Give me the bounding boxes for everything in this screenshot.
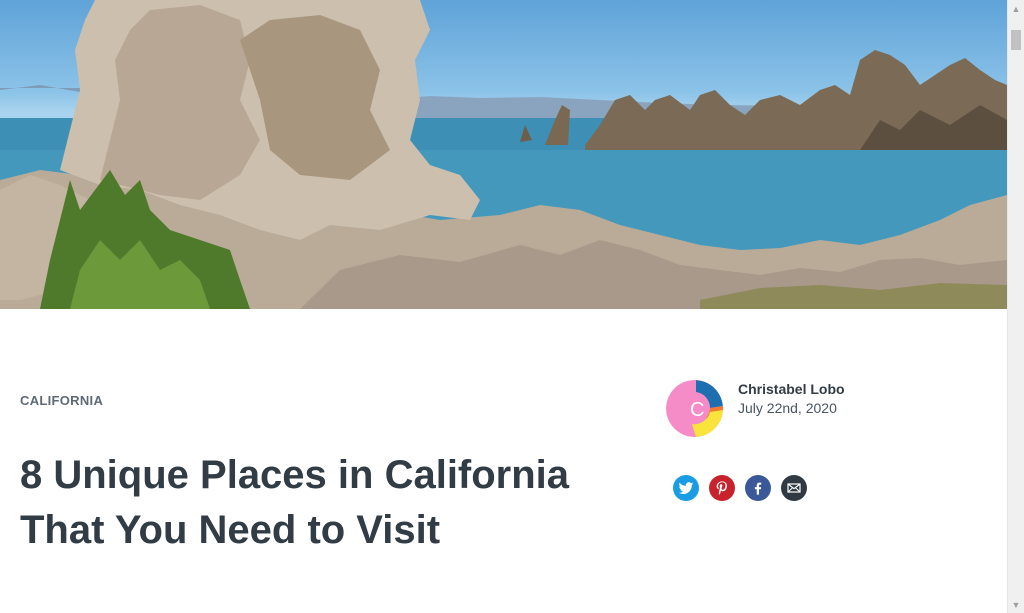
article-title: 8 Unique Places in California That You N… <box>20 453 570 552</box>
facebook-icon <box>754 482 762 495</box>
pinterest-icon <box>716 481 727 495</box>
author-name[interactable]: Christabel Lobo <box>738 381 845 397</box>
publish-date: July 22nd, 2020 <box>738 400 837 416</box>
page-scrollbar[interactable]: ▲ ▼ <box>1007 0 1024 613</box>
twitter-share-button[interactable] <box>673 475 699 501</box>
pinterest-share-button[interactable] <box>709 475 735 501</box>
scroll-down-arrow-icon[interactable]: ▼ <box>1008 596 1024 613</box>
facebook-share-button[interactable] <box>745 475 771 501</box>
scroll-up-arrow-icon[interactable]: ▲ <box>1008 0 1024 17</box>
avatar-initial: C <box>690 399 704 421</box>
hero-image <box>0 0 1007 309</box>
share-buttons <box>673 475 807 501</box>
author-avatar[interactable]: C <box>666 380 723 437</box>
email-icon <box>787 483 801 493</box>
email-share-button[interactable] <box>781 475 807 501</box>
article-category[interactable]: CALIFORNIA <box>20 393 103 408</box>
twitter-icon <box>678 482 694 495</box>
scroll-thumb[interactable] <box>1011 30 1021 50</box>
